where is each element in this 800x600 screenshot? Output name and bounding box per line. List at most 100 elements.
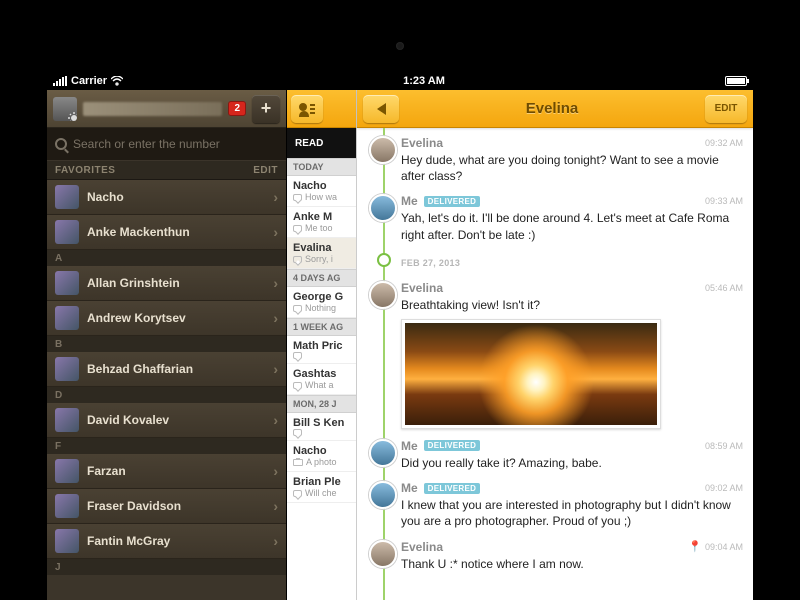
chevron-right-icon: › [273,412,278,428]
message-avatar [369,540,397,568]
chevron-right-icon: › [273,463,278,479]
message-avatar [369,136,397,164]
contact-row[interactable]: Allan Grinshtein › [47,266,286,301]
status-bar: Carrier 1:23 AM [47,72,753,90]
contact-name: Behzad Ghaffarian [87,362,265,376]
contacts-panel: 2 + Search or enter the number FAVORITES… [47,90,287,600]
contact-avatar [55,529,79,553]
favorites-edit-button[interactable]: EDIT [253,165,278,176]
my-name-blurred [83,102,222,116]
delivered-badge: DELIVERED [424,483,481,494]
message-time: 05:46 AM [705,283,743,293]
preview-section-header: MON, 28 J [287,395,356,413]
my-avatar[interactable] [53,97,77,121]
preview-row[interactable]: GashtasWhat a [287,364,356,395]
message-photo[interactable] [401,319,661,429]
preview-name: Anke M [293,211,350,223]
preview-name: Nacho [293,180,350,192]
chat-title: Evelina [405,100,699,117]
contact-row[interactable]: David Kovalev› [47,403,286,438]
contacts-toggle-button[interactable] [291,95,323,123]
contact-row[interactable]: Nacho› [47,180,286,215]
message-text: Did you really take it? Amazing, babe. [401,455,743,471]
preview-row[interactable]: Anke MMe too [287,207,356,238]
preview-row[interactable]: NachoA photo [287,441,356,472]
clock: 1:23 AM [123,75,725,87]
message-text: I knew that you are interested in photog… [401,497,743,529]
conversation-preview-panel: READ TODAYNachoHow waAnke MMe tooEvalina… [287,90,357,600]
preview-row[interactable]: EvalinaSorry, i [287,238,356,269]
speech-bubble-icon [293,225,302,232]
preview-subtext: Sorry, i [293,254,350,264]
preview-row[interactable]: Bill S Ken [287,413,356,441]
add-contact-button[interactable]: + [252,95,280,123]
contact-name: Allan Grinshtein [87,276,265,290]
speech-bubble-icon [293,352,302,359]
back-button[interactable] [363,95,399,123]
preview-subtext: Nothing [293,303,350,313]
preview-subtext [293,352,350,359]
speech-bubble-icon [293,256,302,263]
preview-subtext: How wa [293,192,350,202]
preview-name: George G [293,291,350,303]
message-avatar [369,481,397,509]
index-header: B [47,336,286,352]
preview-subtext: Will che [293,488,350,498]
preview-name: Brian Ple [293,476,350,488]
message-sender: Me [401,194,418,208]
speech-bubble-icon [293,429,302,436]
contact-row[interactable]: Behzad Ghaffarian › [47,352,286,387]
chevron-right-icon: › [273,361,278,377]
preview-header [287,90,356,128]
index-header: J [47,559,286,575]
contact-name: Fantin McGray [87,534,265,548]
chat-header: Evelina EDIT [357,90,753,128]
timeline-dot-icon [377,253,391,267]
favorites-header: FAVORITES EDIT [47,160,286,180]
contact-row[interactable]: Fantin McGray› [47,524,286,559]
message: MeDELIVERED09:02 AMI knew that you are i… [357,481,743,529]
contact-avatar [55,185,79,209]
message-avatar [369,281,397,309]
preview-subtext: Me too [293,223,350,233]
contact-name: Farzan [87,464,265,478]
message-time: 09:02 AM [705,483,743,493]
message: MeDELIVERED08:59 AMDid you really take i… [357,439,743,471]
wifi-icon [111,76,123,86]
message-sender: Evelina [401,136,443,150]
message-text: Thank U :* notice where I am now. [401,556,743,572]
contact-name: Anke Mackenthun [87,225,265,239]
contact-row[interactable]: Andrew Korytsev› [47,301,286,336]
date-label: FEB 27, 2013 [401,258,460,268]
search-input[interactable]: Search or enter the number [47,128,286,160]
sunset-photo [405,323,657,425]
message-time: 📍09:04 AM [688,540,743,553]
gear-icon [68,112,77,121]
message-text: Yah, let's do it. I'll be done around 4.… [401,210,743,242]
chat-edit-button[interactable]: EDIT [705,95,747,123]
location-pin-icon: 📍 [688,541,702,553]
camera-icon [293,459,303,466]
preview-row[interactable]: George GNothing [287,287,356,318]
speech-bubble-icon [293,305,302,312]
contact-row[interactable]: Anke Mackenthun › [47,215,286,250]
contact-row[interactable]: Farzan › [47,454,286,489]
message-time: 09:32 AM [705,138,743,148]
index-header: A [47,250,286,266]
contacts-header: 2 + [47,90,286,128]
preview-name: Nacho [293,445,350,457]
chevron-right-icon: › [273,275,278,291]
message: Evelina📍09:04 AMThank U :* notice where … [357,540,743,572]
message-timeline[interactable]: Evelina09:32 AMHey dude, what are you do… [357,128,753,600]
preview-row[interactable]: Math Pric [287,336,356,364]
preview-name: Math Pric [293,340,350,352]
contact-name: Fraser Davidson [87,499,265,513]
message-text: Breathtaking view! Isn't it? [401,297,743,313]
chevron-right-icon: › [273,224,278,240]
contact-row[interactable]: Fraser Davidson› [47,489,286,524]
preview-row[interactable]: Brian PleWill che [287,472,356,503]
preview-row[interactable]: NachoHow wa [287,176,356,207]
message-avatar [369,439,397,467]
read-all-button[interactable]: READ [287,128,356,158]
contact-avatar [55,306,79,330]
